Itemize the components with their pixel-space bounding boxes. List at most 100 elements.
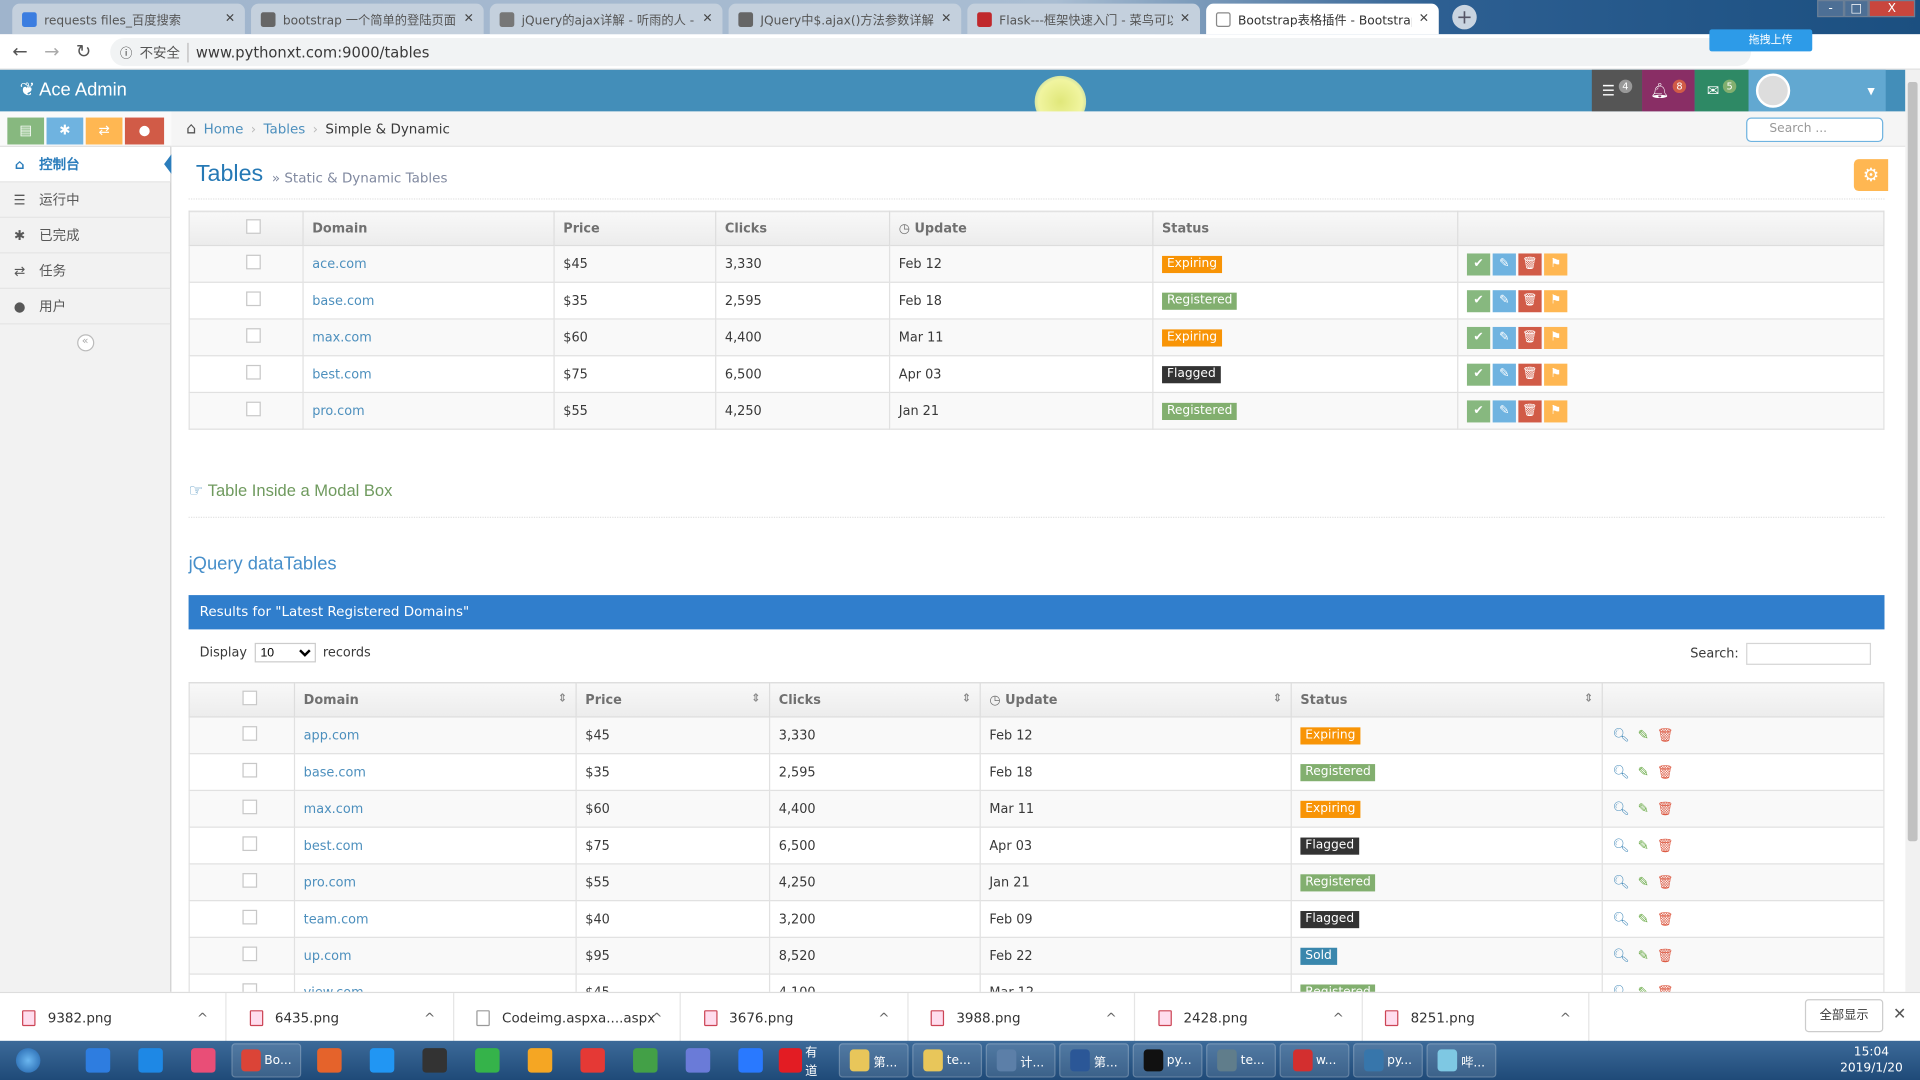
chevron-up-icon[interactable]: ^: [651, 1010, 662, 1026]
column-header[interactable]: Status ⇕: [1290, 682, 1603, 718]
sidebar-item[interactable]: ✱ 已完成: [0, 218, 171, 254]
browser-tab[interactable]: JQuery中$.ajax()方法参数详解 ✕: [728, 3, 962, 35]
trash-icon[interactable]: 🗑︎: [1656, 801, 1676, 817]
approve-button[interactable]: ✔: [1466, 363, 1491, 386]
tab-close-icon[interactable]: ✕: [702, 12, 712, 25]
flag-button[interactable]: ⚑: [1544, 363, 1568, 386]
edit-icon[interactable]: ✎: [1633, 727, 1653, 743]
taskbar-app[interactable]: [621, 1043, 670, 1077]
breadcrumb-tables[interactable]: Tables: [263, 121, 305, 137]
taskbar-app[interactable]: [126, 1043, 175, 1077]
row-checkbox[interactable]: [242, 836, 258, 852]
browser-tab[interactable]: requests files_百度搜索 ✕: [12, 3, 245, 35]
minimize-button[interactable]: -: [1817, 0, 1845, 18]
brand[interactable]: ❦ Ace Admin: [20, 78, 127, 101]
taskbar-app[interactable]: w...: [1279, 1043, 1350, 1078]
approve-button[interactable]: ✔: [1466, 289, 1491, 312]
view-icon[interactable]: 🔍︎: [1611, 911, 1631, 927]
user-menu[interactable]: ▾: [1748, 69, 1886, 112]
row-checkbox[interactable]: [246, 328, 261, 343]
tasks-button[interactable]: ☰ 4: [1591, 69, 1643, 112]
view-icon[interactable]: 🔍︎: [1611, 801, 1631, 817]
view-icon[interactable]: 🔍︎: [1611, 948, 1631, 964]
domain-link[interactable]: best.com: [304, 838, 363, 853]
taskbar-app[interactable]: [305, 1043, 354, 1077]
domain-link[interactable]: max.com: [312, 330, 372, 345]
domain-link[interactable]: pro.com: [304, 875, 356, 890]
view-icon[interactable]: 🔍︎: [1611, 764, 1631, 780]
sort-icon[interactable]: ⇕: [1273, 692, 1282, 704]
pencil-icon[interactable]: ✱: [46, 117, 84, 145]
domain-link[interactable]: team.com: [304, 912, 369, 927]
browser-tab[interactable]: bootstrap 一个简单的登陆页面 ✕: [251, 3, 484, 35]
taskbar-app[interactable]: py...: [1353, 1043, 1423, 1078]
domain-link[interactable]: base.com: [304, 765, 366, 780]
taskbar-app[interactable]: [410, 1043, 459, 1077]
edit-button[interactable]: ✎: [1492, 399, 1516, 422]
taskbar-app[interactable]: 有道: [778, 1043, 828, 1079]
column-header[interactable]: Price ⇕: [575, 682, 771, 718]
taskbar-app[interactable]: [358, 1043, 407, 1077]
taskbar-app[interactable]: 哔...: [1426, 1043, 1497, 1078]
download-item[interactable]: Codeimg.aspxa....aspx ^: [454, 993, 681, 1043]
row-checkbox[interactable]: [242, 873, 258, 888]
close-window-button[interactable]: X: [1868, 0, 1916, 18]
back-icon[interactable]: ←: [12, 40, 27, 62]
flag-button[interactable]: ⚑: [1544, 326, 1568, 349]
url-text[interactable]: www.pythonxt.com:9000/tables: [196, 43, 429, 60]
chevron-up-icon[interactable]: ^: [197, 1010, 208, 1026]
tab-close-icon[interactable]: ✕: [1419, 12, 1429, 25]
download-item[interactable]: 3676.png ^: [681, 993, 908, 1043]
cogs-icon[interactable]: ●: [124, 117, 165, 145]
row-checkbox[interactable]: [246, 364, 261, 380]
column-header[interactable]: ◷ Update ⇕: [979, 682, 1292, 718]
taskbar-app[interactable]: [673, 1043, 722, 1077]
domain-link[interactable]: best.com: [312, 367, 371, 382]
breadcrumb-home[interactable]: Home: [204, 121, 244, 137]
url-bar[interactable]: ⓘ 不安全 www.pythonxt.com:9000/tables: [110, 37, 1752, 67]
trash-icon[interactable]: 🗑︎: [1656, 948, 1676, 964]
page-scrollbar[interactable]: [1905, 69, 1920, 992]
sidebar-item[interactable]: ☰ 运行中: [0, 182, 171, 218]
flag-button[interactable]: ⚑: [1544, 252, 1568, 275]
column-header[interactable]: Clicks ⇕: [768, 682, 981, 718]
users-icon[interactable]: ⇄: [85, 117, 123, 145]
taskbar-app[interactable]: [73, 1043, 122, 1077]
download-item[interactable]: 8251.png ^: [1363, 993, 1590, 1043]
close-icon[interactable]: ✕: [1893, 1005, 1906, 1023]
tab-close-icon[interactable]: ✕: [1180, 12, 1190, 25]
view-icon[interactable]: 🔍︎: [1611, 727, 1631, 743]
view-icon[interactable]: 🔍︎: [1611, 838, 1631, 854]
taskbar-app[interactable]: py...: [1132, 1043, 1203, 1078]
page-length-select[interactable]: 10: [254, 642, 316, 663]
flag-button[interactable]: ⚑: [1544, 399, 1568, 422]
domain-link[interactable]: ace.com: [312, 257, 366, 272]
tab-close-icon[interactable]: ✕: [941, 12, 951, 25]
sidebar-item[interactable]: ● 用户: [0, 289, 171, 325]
approve-button[interactable]: ✔: [1466, 252, 1491, 275]
chevron-up-icon[interactable]: ^: [1560, 1010, 1571, 1026]
download-item[interactable]: 9382.png ^: [0, 993, 227, 1043]
download-item[interactable]: 2428.png ^: [1136, 993, 1363, 1043]
edit-icon[interactable]: ✎: [1633, 801, 1653, 817]
sort-icon[interactable]: ⇕: [751, 692, 760, 704]
edit-icon[interactable]: ✎: [1633, 838, 1653, 854]
forward-icon[interactable]: →: [44, 40, 59, 62]
scrollbar-thumb[interactable]: [1907, 82, 1918, 842]
maximize-button[interactable]: □: [1844, 0, 1869, 18]
modal-table-link[interactable]: ☞ Table Inside a Modal Box: [189, 481, 393, 501]
taskbar-app[interactable]: [516, 1043, 565, 1077]
taskbar-app[interactable]: te...: [912, 1043, 983, 1078]
delete-button[interactable]: 🗑︎: [1518, 399, 1542, 422]
approve-button[interactable]: ✔: [1466, 326, 1491, 349]
row-checkbox[interactable]: [242, 909, 258, 925]
row-checkbox[interactable]: [242, 799, 258, 815]
taskbar-app[interactable]: [463, 1043, 512, 1077]
delete-button[interactable]: 🗑︎: [1518, 252, 1542, 275]
trash-icon[interactable]: 🗑︎: [1656, 911, 1676, 927]
taskbar-app[interactable]: [726, 1043, 775, 1077]
domain-link[interactable]: up.com: [304, 948, 352, 963]
sidebar-item[interactable]: ⇄ 任务: [0, 253, 171, 289]
select-all-checkbox[interactable]: [242, 690, 258, 706]
taskbar-app[interactable]: 第...: [1059, 1043, 1129, 1078]
